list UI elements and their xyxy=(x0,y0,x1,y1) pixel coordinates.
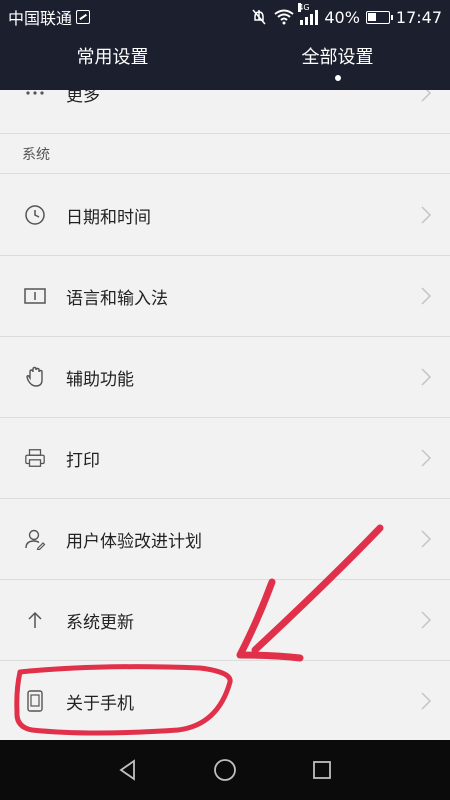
back-button[interactable] xyxy=(113,755,143,785)
battery-icon xyxy=(365,10,393,24)
carrier-name: 中国联通 xyxy=(8,9,73,28)
list-item-label: 用户体验改进计划 xyxy=(66,531,202,552)
printer-icon xyxy=(24,447,46,469)
keyboard-icon xyxy=(24,285,46,307)
user-experience-icon xyxy=(24,528,46,550)
section-header-system: 系统 xyxy=(0,134,450,174)
list-item-label: 打印 xyxy=(66,450,100,471)
list-item-print[interactable]: 打印 xyxy=(0,418,450,499)
list-item-label: 语言和输入法 xyxy=(66,288,168,309)
list-item-user-experience[interactable]: 用户体验改进计划 xyxy=(0,499,450,580)
list-item-label: 日期和时间 xyxy=(66,207,151,228)
chevron-right-icon xyxy=(421,692,432,710)
settings-list: 更多 系统 日期和时间 语言和输入法 辅助功能 打印 用户体验改进计划 系统更新… xyxy=(0,90,450,740)
chevron-right-icon xyxy=(421,287,432,305)
tab-label: 常用设置 xyxy=(76,47,149,68)
wifi-icon xyxy=(274,9,294,25)
chevron-right-icon xyxy=(421,90,432,102)
list-item-accessibility[interactable]: 辅助功能 xyxy=(0,337,450,418)
back-icon xyxy=(119,759,136,781)
sim-icon xyxy=(76,10,91,24)
tab-common-settings[interactable]: 常用设置 xyxy=(0,34,225,90)
recents-icon xyxy=(312,761,331,779)
navigation-bar xyxy=(0,740,450,800)
chevron-right-icon xyxy=(421,206,432,224)
recents-button[interactable] xyxy=(307,755,337,785)
arrow-up-icon xyxy=(24,609,46,631)
list-item-system-update[interactable]: 系统更新 xyxy=(0,580,450,661)
list-item-label: 更多 xyxy=(66,90,100,106)
chevron-right-icon xyxy=(421,368,432,386)
phone-icon xyxy=(24,690,46,712)
tab-label: 全部设置 xyxy=(301,47,374,68)
home-button[interactable] xyxy=(210,755,240,785)
home-icon xyxy=(214,759,236,781)
chevron-right-icon xyxy=(421,530,432,548)
status-right: 4G 40% 17:47 xyxy=(250,3,442,27)
list-item-label: 关于手机 xyxy=(66,693,134,714)
status-left: 中国联通 xyxy=(8,5,91,29)
chevron-right-icon xyxy=(421,449,432,467)
network-type: 4G xyxy=(298,3,310,12)
settings-tabs: 常用设置 全部设置 xyxy=(0,34,450,90)
clock-icon xyxy=(24,204,46,226)
hand-icon xyxy=(24,366,46,388)
list-item-date-time[interactable]: 日期和时间 xyxy=(0,175,450,256)
tab-all-settings[interactable]: 全部设置 xyxy=(225,34,450,90)
battery-percent: 40% xyxy=(324,7,360,27)
status-bar: 中国联通 4G 40% 17:47 xyxy=(0,0,450,34)
mute-icon xyxy=(252,9,266,25)
list-item-label: 辅助功能 xyxy=(66,369,134,390)
list-item-more[interactable]: 更多 xyxy=(0,90,450,134)
list-item-language-input[interactable]: 语言和输入法 xyxy=(0,256,450,337)
list-item-about-phone[interactable]: 关于手机 xyxy=(0,661,450,740)
more-icon xyxy=(24,90,46,104)
list-item-label: 系统更新 xyxy=(66,612,134,633)
chevron-right-icon xyxy=(421,611,432,629)
tab-indicator xyxy=(334,75,341,81)
clock-time: 17:47 xyxy=(395,7,442,27)
signal-icon: 4G xyxy=(298,3,319,25)
section-title: 系统 xyxy=(22,146,50,163)
